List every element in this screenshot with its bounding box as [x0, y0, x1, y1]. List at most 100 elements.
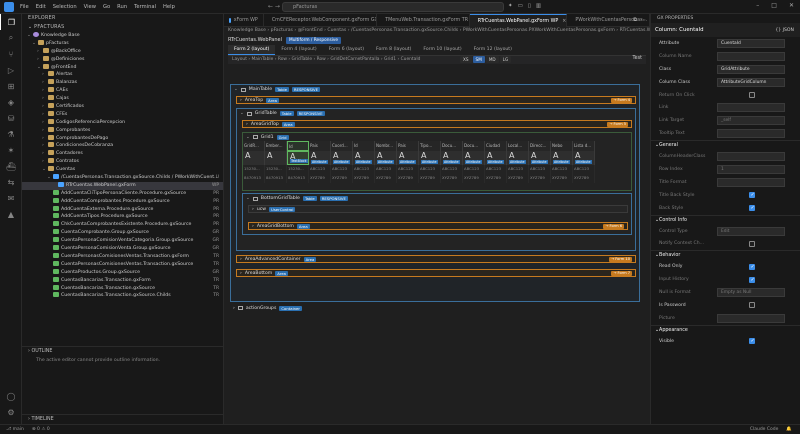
grid-column-control[interactable]: A Attribute: [375, 151, 397, 165]
menu-item-edit[interactable]: Edit: [36, 4, 46, 10]
tree-item[interactable]: › CAEs: [22, 87, 223, 95]
property-value-field[interactable]: [717, 103, 785, 113]
tree-item[interactable]: CuentaPersonasComisionesVentas.Transacti…: [22, 252, 223, 261]
grid-column-control[interactable]: A Attribute: [551, 151, 573, 165]
property-checkbox[interactable]: [749, 192, 755, 199]
genexus-icon[interactable]: ◈: [0, 94, 22, 110]
grid-column-header[interactable]: Coord...: [331, 141, 353, 151]
grid-column-control[interactable]: A Attribute: [353, 151, 375, 165]
tree-item[interactable]: › @BackOffice: [22, 47, 223, 56]
close-tab-icon[interactable]: ×: [562, 19, 566, 24]
grid-column-header[interactable]: Direcc...: [529, 141, 551, 151]
property-checkbox[interactable]: [749, 92, 755, 98]
grid-column-header[interactable]: Pais: [309, 141, 331, 151]
area-advanced-form-link[interactable]: → Form 10: [609, 257, 632, 262]
area-bottom[interactable]: › AreaBottom Area → Form 7: [236, 269, 636, 277]
grid-column-control[interactable]: A TextBlock: [287, 151, 309, 165]
explorer-icon[interactable]: ❐: [0, 14, 22, 30]
grid-column-header[interactable]: Id: [353, 141, 375, 151]
status-item[interactable]: 🔔: [786, 427, 792, 432]
grid-column-header[interactable]: Pais: [397, 141, 419, 151]
grid-column-control[interactable]: A Attribute: [485, 151, 507, 165]
tree-item[interactable]: ⌄ pFacturas: [22, 39, 223, 48]
area-top[interactable]: › AreaTop Area → Form 4: [236, 96, 636, 104]
layout-toggle-icons[interactable]: ✦ ▭ ▯ ▥: [508, 3, 541, 9]
tree-item[interactable]: CuentaPersonasComisionesVentas.Transacti…: [22, 260, 223, 269]
grid-column-header[interactable]: Docu...: [441, 141, 463, 151]
menu-item-run[interactable]: Run: [117, 4, 127, 10]
grid-column-control[interactable]: A Attribute: [397, 151, 419, 165]
grid-column-header[interactable]: Id: [287, 141, 309, 151]
tree-item[interactable]: › CondicionesDeCobranza: [22, 142, 223, 150]
maximize-icon[interactable]: □: [771, 2, 777, 9]
docker-icon[interactable]: ⛴: [0, 158, 22, 174]
property-value-field[interactable]: [717, 313, 785, 323]
triangle-icon[interactable]: ▲: [0, 206, 22, 222]
grid-column-control[interactable]: A Attribute: [309, 151, 331, 165]
extensions-icon[interactable]: ⊞: [0, 78, 22, 94]
property-checkbox[interactable]: [749, 240, 755, 247]
grid-column-header[interactable]: Ember...: [265, 141, 287, 151]
tree-item[interactable]: CuentaPersonaComisionVentaCategoria.Grou…: [22, 237, 223, 245]
status-item[interactable]: ⎇ main: [6, 427, 24, 432]
editor-tab[interactable]: TMenuWeb.Transaction.gxForm TR: [377, 14, 470, 27]
tree-item[interactable]: CuentasBancarias.Transaction.gxSource.Ch…: [22, 292, 223, 300]
editor-tab[interactable]: xForm WP: [224, 14, 264, 27]
grid-column-header[interactable]: Docu...: [463, 141, 485, 151]
breakpoint-xs[interactable]: XS: [460, 56, 472, 63]
action-groups[interactable]: › actionGroups Container: [230, 304, 640, 312]
property-value-field[interactable]: Empty as Null: [717, 288, 785, 298]
tree-item[interactable]: › Contratos: [22, 158, 223, 166]
property-value-field[interactable]: Edit: [717, 226, 785, 236]
ai-assistant-icon[interactable]: ✶: [0, 142, 22, 158]
workspace-root[interactable]: ⌄ PFACTURAS: [22, 23, 223, 32]
window-controls[interactable]: – □ ✕: [756, 2, 794, 9]
tree-item[interactable]: AddCuentaTipos.Procedure.gxSource PR: [22, 213, 223, 221]
tree-item[interactable]: CuentaProductos.Group.gxSource GR: [22, 268, 223, 277]
property-value-field[interactable]: AttributeGridColumn: [717, 77, 785, 87]
layout-tab[interactable]: Form 12 (layout): [468, 45, 518, 55]
grid-column-control[interactable]: A Attribute: [463, 151, 485, 165]
source-control-icon[interactable]: ⑂: [0, 46, 22, 62]
tree-item[interactable]: ⌄ @FrontEnd: [22, 63, 223, 72]
minimize-icon[interactable]: –: [756, 2, 759, 9]
property-checkbox[interactable]: [749, 276, 755, 283]
layout-tab[interactable]: Form 4 (layout): [275, 45, 322, 55]
tree-item[interactable]: › Cajas: [22, 95, 223, 103]
menu-item-help[interactable]: Help: [163, 4, 175, 10]
command-search-input[interactable]: pFacturas: [282, 2, 504, 12]
status-item[interactable]: ⊗ 0 ⚠ 0: [32, 427, 50, 432]
property-section-header[interactable]: ⌄ General: [651, 140, 800, 150]
menu-item-terminal[interactable]: Terminal: [134, 4, 156, 10]
nav-arrows-icon[interactable]: ← →: [268, 3, 280, 10]
property-section-header[interactable]: ⌄ Behavior: [651, 250, 800, 260]
timeline-header[interactable]: › TIMELINE: [22, 414, 223, 424]
grid-column-header[interactable]: Ciudad: [485, 141, 507, 151]
tree-item[interactable]: RTrCuentas.WebPanel.gxForm WP: [22, 181, 223, 190]
tree-item[interactable]: CuentasBancarias.Transaction.gxForm TR: [22, 276, 223, 285]
tree-item[interactable]: ⌄ Knowledge Base: [22, 32, 223, 40]
tree-item[interactable]: › ComprobantesDePago: [22, 134, 223, 143]
area-grid-top-form-link[interactable]: → Form 5: [607, 122, 628, 127]
editor-tab[interactable]: CmCFEReceptor.WebComponent.gxForm GX: [264, 14, 378, 27]
ucw-control[interactable]: › ucw UserControl: [248, 205, 628, 213]
property-value-field[interactable]: [717, 152, 785, 162]
tree-item[interactable]: CuentaComprobante.Group.gxSource GR: [22, 229, 223, 237]
tree-item[interactable]: › CFEs: [22, 110, 223, 119]
breakpoint-sm[interactable]: SM: [472, 56, 485, 63]
area-bottom-form-link[interactable]: → Form 7: [611, 271, 632, 276]
database-icon[interactable]: ⛁: [0, 110, 22, 126]
area-grid-top[interactable]: › AreaGridTop Area → Form 5: [242, 120, 632, 128]
area-grid-bottom[interactable]: › AreaGridBottom Area → Form 6: [248, 222, 628, 230]
settings-gear-icon[interactable]: ⚙: [0, 404, 22, 420]
close-icon[interactable]: ✕: [789, 2, 794, 9]
editor-actions[interactable]: ⧉ ⋯: [633, 17, 646, 23]
layout-tab[interactable]: Form 2 (layout): [228, 45, 276, 55]
tree-item[interactable]: › Balanzas: [22, 79, 223, 87]
grid-column-control[interactable]: A Attribute: [507, 151, 529, 165]
chat-icon[interactable]: ✉: [0, 190, 22, 206]
grid-column-header[interactable]: Nombr...: [375, 141, 397, 151]
outline-header[interactable]: › OUTLINE: [22, 347, 223, 356]
grid-column-control[interactable]: A: [265, 151, 287, 165]
status-item[interactable]: Claude Code: [750, 427, 779, 432]
